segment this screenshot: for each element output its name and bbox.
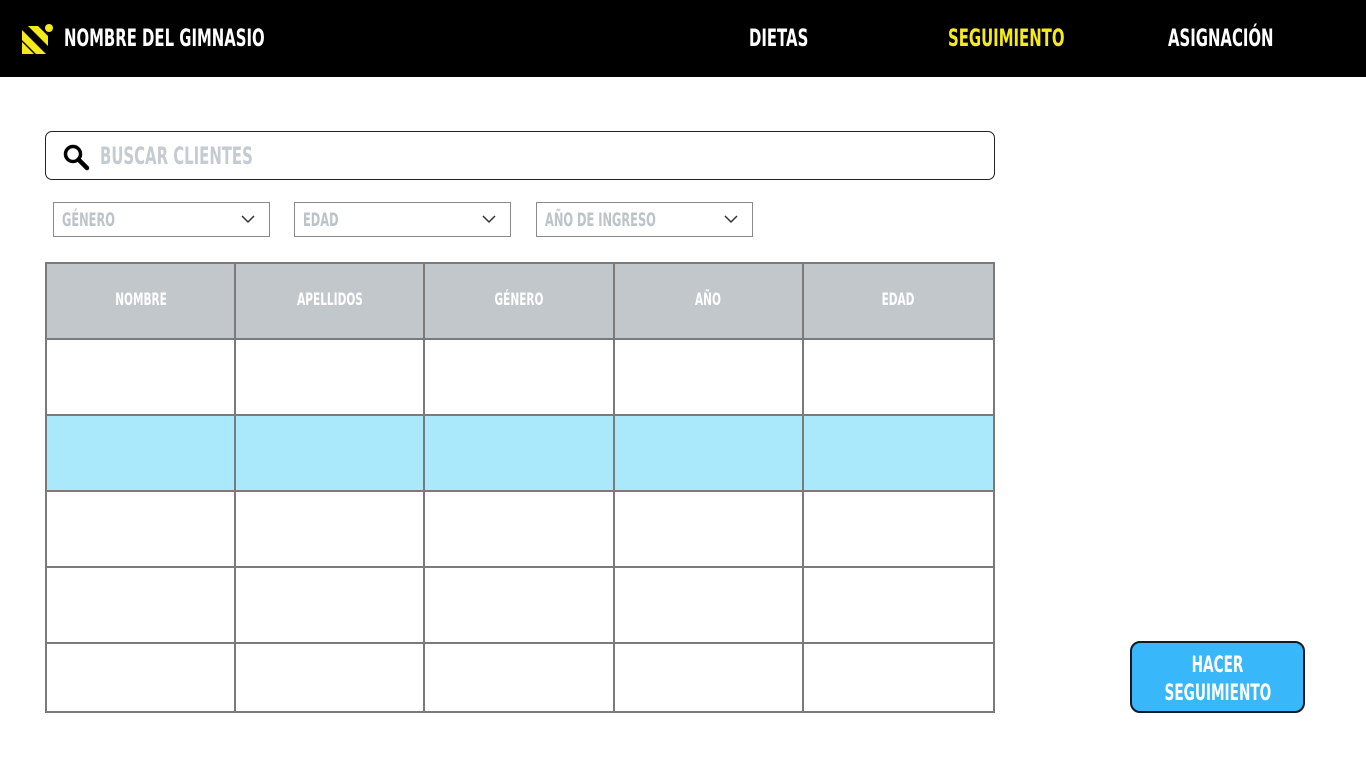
search-bar[interactable]: BUSCAR CLIENTES <box>45 131 995 180</box>
column-header-label: EDAD <box>881 290 915 310</box>
table-cell <box>425 568 615 644</box>
table-row[interactable] <box>47 568 993 644</box>
filter-genero-dropdown[interactable]: GÉNERO <box>53 202 270 237</box>
table-cell <box>804 644 993 711</box>
nav-dietas[interactable]: DIETAS <box>749 23 808 53</box>
table-header-row: NOMBRE APELLIDOS GÉNERO AÑO EDAD <box>47 264 993 340</box>
table-cell <box>803 340 993 416</box>
table-cell <box>425 492 615 568</box>
column-header-ano[interactable]: AÑO <box>614 264 804 340</box>
table-cell <box>803 568 993 644</box>
table-row[interactable] <box>47 340 993 416</box>
table-row[interactable] <box>47 644 993 711</box>
column-header-label: NOMBRE <box>114 290 167 310</box>
table-cell <box>803 416 993 492</box>
table-cell <box>425 416 615 492</box>
table-cell <box>236 416 426 492</box>
top-navigation-bar: NOMBRE DEL GIMNASIO DIETAS SEGUIMIENTO A… <box>0 0 1366 77</box>
action-button-line: SEGUIMIENTO <box>1164 681 1272 706</box>
column-header-genero[interactable]: GÉNERO <box>425 264 615 340</box>
chevron-down-icon <box>482 215 496 224</box>
column-header-label: APELLIDOS <box>296 290 363 310</box>
table-cell <box>47 644 237 711</box>
table-cell <box>236 568 426 644</box>
table-cell <box>47 416 237 492</box>
column-header-label: AÑO <box>695 290 722 310</box>
filter-edad-dropdown[interactable]: EDAD <box>294 202 511 237</box>
table-cell <box>236 340 426 416</box>
chevron-down-icon <box>241 215 255 224</box>
table-cell <box>614 340 804 416</box>
action-button-label: HACER SEGUIMIENTO <box>1132 652 1303 708</box>
table-cell <box>47 340 237 416</box>
filter-edad-label: EDAD <box>303 209 339 231</box>
table-row-selected[interactable] <box>47 416 993 492</box>
gym-logo-icon <box>22 24 53 54</box>
table-cell <box>614 416 804 492</box>
filter-genero-label: GÉNERO <box>62 209 115 231</box>
search-icon <box>63 144 90 171</box>
table-cell <box>236 644 426 711</box>
search-input[interactable] <box>98 141 978 171</box>
table-cell <box>615 644 804 711</box>
table-cell <box>614 492 804 568</box>
column-header-edad[interactable]: EDAD <box>803 264 993 340</box>
nav-seguimiento[interactable]: SEGUIMIENTO <box>948 23 1064 53</box>
column-header-apellidos[interactable]: APELLIDOS <box>236 264 426 340</box>
table-row[interactable] <box>47 492 993 568</box>
column-header-nombre[interactable]: NOMBRE <box>47 264 237 340</box>
filter-ano-ingreso-dropdown[interactable]: AÑO DE INGRESO <box>536 202 753 237</box>
chevron-down-icon <box>724 215 738 224</box>
column-header-label: GÉNERO <box>494 290 544 310</box>
table-cell <box>47 568 237 644</box>
table-cell <box>425 644 615 711</box>
gym-name: NOMBRE DEL GIMNASIO <box>64 24 265 52</box>
table-cell <box>614 568 804 644</box>
filter-ano-ingreso-label: AÑO DE INGRESO <box>545 209 656 231</box>
table-cell <box>803 492 993 568</box>
table-cell <box>236 492 426 568</box>
hacer-seguimiento-button[interactable]: HACER SEGUIMIENTO <box>1130 641 1305 713</box>
clients-table: NOMBRE APELLIDOS GÉNERO AÑO EDAD <box>45 262 995 713</box>
nav-asignacion[interactable]: ASIGNACIÓN <box>1168 23 1274 53</box>
table-cell <box>425 340 615 416</box>
action-button-line: HACER <box>1191 653 1244 678</box>
table-cell <box>47 492 237 568</box>
